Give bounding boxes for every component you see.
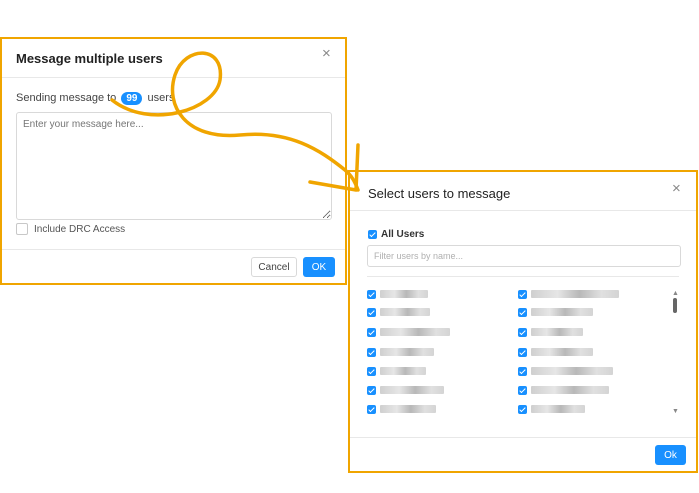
checkbox-icon[interactable]: [16, 223, 28, 235]
redacted-user-name: [380, 386, 444, 394]
filter-placeholder: Filter users by name...: [374, 251, 464, 261]
user-list-item[interactable]: [518, 384, 609, 396]
redacted-user-name: [531, 328, 583, 336]
redacted-user-name: [380, 348, 434, 356]
ok-button[interactable]: OK: [303, 257, 335, 277]
redacted-user-name: [531, 308, 593, 316]
divider: [2, 249, 345, 250]
all-users-label: All Users: [381, 229, 425, 240]
checkbox-icon[interactable]: [368, 230, 377, 239]
checkbox-icon[interactable]: [518, 347, 527, 357]
scrollbar-thumb[interactable]: [673, 298, 677, 313]
ok-button[interactable]: Ok: [655, 445, 686, 465]
checkbox-icon[interactable]: [518, 307, 527, 317]
checkbox-icon[interactable]: [367, 385, 376, 395]
checkbox-icon[interactable]: [518, 404, 527, 414]
checkbox-icon[interactable]: [518, 289, 527, 299]
redacted-user-name: [531, 386, 609, 394]
redacted-user-name: [380, 328, 450, 336]
checkbox-icon[interactable]: [518, 327, 527, 337]
redacted-user-name: [531, 405, 585, 413]
user-list-item[interactable]: [518, 403, 585, 415]
checkbox-icon[interactable]: [367, 347, 376, 357]
redacted-user-name: [531, 367, 613, 375]
sending-prefix: Sending message to: [16, 92, 117, 104]
user-list-item[interactable]: [367, 384, 444, 396]
user-list-item[interactable]: [518, 365, 613, 377]
cancel-button[interactable]: Cancel: [251, 257, 297, 277]
user-list-item[interactable]: [367, 346, 434, 358]
user-list: [367, 288, 667, 420]
redacted-user-name: [380, 405, 436, 413]
divider: [2, 77, 345, 78]
user-count-badge: 99: [121, 92, 143, 105]
user-list-item[interactable]: [518, 288, 619, 300]
checkbox-icon[interactable]: [367, 307, 376, 317]
divider: [367, 276, 679, 277]
checkbox-icon[interactable]: [367, 404, 376, 414]
sending-suffix: users: [147, 92, 175, 104]
redacted-user-name: [380, 290, 428, 298]
user-list-item[interactable]: [518, 326, 583, 338]
all-users-checkbox[interactable]: All Users: [368, 229, 424, 240]
user-list-item[interactable]: [367, 403, 436, 415]
message-textarea[interactable]: [16, 112, 332, 220]
filter-users-input[interactable]: Filter users by name...: [367, 245, 681, 267]
user-list-item[interactable]: [367, 288, 428, 300]
redacted-user-name: [531, 348, 593, 356]
scroll-up-icon[interactable]: ▲: [672, 290, 679, 297]
user-list-item[interactable]: [518, 346, 593, 358]
checkbox-icon[interactable]: [367, 366, 376, 376]
sending-message-text: Sending message to 99 users: [16, 92, 174, 105]
divider: [350, 437, 696, 438]
select-users-dialog: Select users to message × All Users Filt…: [348, 170, 698, 473]
scroll-down-icon[interactable]: ▼: [672, 408, 679, 415]
user-list-item[interactable]: [367, 306, 430, 318]
user-list-item[interactable]: [518, 306, 593, 318]
divider: [350, 210, 696, 211]
redacted-user-name: [531, 290, 619, 298]
checkbox-icon[interactable]: [367, 327, 376, 337]
close-icon[interactable]: ×: [322, 45, 331, 62]
message-multiple-users-dialog: Message multiple users × Sending message…: [0, 37, 347, 285]
checkbox-icon[interactable]: [518, 366, 527, 376]
user-list-item[interactable]: [367, 326, 450, 338]
checkbox-icon[interactable]: [518, 385, 527, 395]
close-icon[interactable]: ×: [672, 180, 681, 197]
dialog-title: Message multiple users: [16, 51, 163, 66]
user-list-item[interactable]: [367, 365, 426, 377]
checkbox-icon[interactable]: [367, 289, 376, 299]
include-drc-label: Include DRC Access: [34, 223, 126, 235]
redacted-user-name: [380, 308, 430, 316]
dialog-title: Select users to message: [368, 186, 511, 201]
include-drc-access-checkbox[interactable]: Include DRC Access: [16, 223, 125, 235]
redacted-user-name: [380, 367, 426, 375]
